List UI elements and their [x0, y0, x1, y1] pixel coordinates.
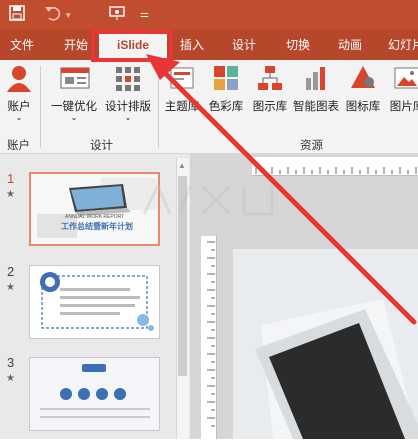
slideshow-icon[interactable]	[108, 5, 126, 26]
customize-icon[interactable]: ⚌	[140, 5, 149, 25]
picture-library-icon	[393, 64, 418, 92]
account-label: 账户	[7, 101, 31, 113]
color-library-label: 色彩库	[208, 101, 244, 113]
theme-library-label: 主题库	[164, 101, 200, 113]
diagram-library-button[interactable]: 图示库	[249, 64, 291, 114]
slide-number: 2	[7, 264, 15, 279]
tab-design[interactable]: 设计	[224, 30, 264, 60]
slide-thumbnail-2[interactable]	[29, 265, 160, 339]
design-layout-button[interactable]: 设计排版 ⌄	[102, 64, 154, 122]
highlight-box	[91, 30, 173, 62]
icon-library-label: 图标库	[345, 101, 381, 113]
chevron-down-icon: ⌄	[15, 113, 23, 122]
tab-animations[interactable]: 动画	[330, 30, 370, 60]
person-icon	[5, 64, 33, 92]
slide-canvas[interactable]	[233, 249, 418, 439]
slide-thumbnail-3[interactable]	[29, 357, 160, 431]
chevron-down-icon: ⌄	[70, 113, 78, 122]
title-bar: ▾ ⚌	[0, 0, 418, 30]
slide-number: 1	[7, 171, 15, 186]
icon-library-icon	[349, 64, 377, 92]
layout-grid-icon	[114, 64, 142, 92]
slide-star-icon: ★	[6, 282, 15, 293]
optimize-icon	[60, 64, 90, 92]
ribbon: 账户 ⌄ 一键优化 ⌄ 设计排版 ⌄ 主题库 色彩库 图示库 智能图表 图标库 …	[0, 60, 418, 154]
slide-thumbnail-title: 工作总结暨新年计划	[61, 222, 133, 231]
scroll-up-icon[interactable]: ▲	[178, 161, 186, 170]
smart-chart-button[interactable]: 智能图表	[291, 64, 341, 114]
slide-number: 3	[7, 355, 15, 370]
account-button[interactable]: 账户 ⌄	[4, 64, 34, 122]
diagram-library-label: 图示库	[252, 101, 288, 113]
slide-star-icon: ★	[6, 373, 15, 384]
group-label-design: 设计	[90, 140, 113, 152]
undo-dropdown-icon[interactable]: ▾	[66, 5, 71, 25]
tab-slideshow[interactable]: 幻灯片	[384, 30, 418, 60]
picture-library-button[interactable]: 图片库	[385, 64, 418, 114]
tab-insert[interactable]: 插入	[172, 30, 212, 60]
slide-thumbnail-subtitle: ANNUAL WORK REPORT	[65, 214, 125, 220]
group-divider	[40, 66, 41, 148]
group-divider	[158, 66, 159, 148]
tab-home[interactable]: 开始	[58, 30, 94, 60]
vertical-ruler	[201, 236, 217, 439]
save-icon[interactable]	[9, 5, 25, 26]
theme-library-icon	[168, 64, 196, 92]
horizontal-ruler	[252, 157, 418, 176]
group-label-resources: 资源	[300, 140, 323, 152]
chevron-down-icon: ⌄	[124, 113, 132, 122]
smart-chart-icon	[302, 64, 330, 92]
picture-library-label: 图片库	[389, 101, 418, 113]
tab-transitions[interactable]: 切换	[278, 30, 318, 60]
slide-star-icon: ★	[6, 189, 15, 200]
icon-library-button[interactable]: 图标库	[343, 64, 383, 114]
color-library-icon	[212, 64, 240, 92]
group-label-account: 账户	[7, 140, 30, 152]
one-click-optimize-label: 一键优化	[51, 101, 97, 113]
tab-file[interactable]: 文件	[0, 30, 44, 60]
color-library-button[interactable]: 色彩库	[205, 64, 247, 114]
design-layout-label: 设计排版	[105, 101, 151, 113]
undo-icon[interactable]	[44, 5, 62, 26]
one-click-optimize-button[interactable]: 一键优化 ⌄	[48, 64, 100, 122]
watermark-logo	[140, 180, 280, 229]
diagram-library-icon	[256, 64, 284, 92]
theme-library-button[interactable]: 主题库	[162, 64, 202, 114]
smart-chart-label: 智能图表	[293, 101, 339, 113]
